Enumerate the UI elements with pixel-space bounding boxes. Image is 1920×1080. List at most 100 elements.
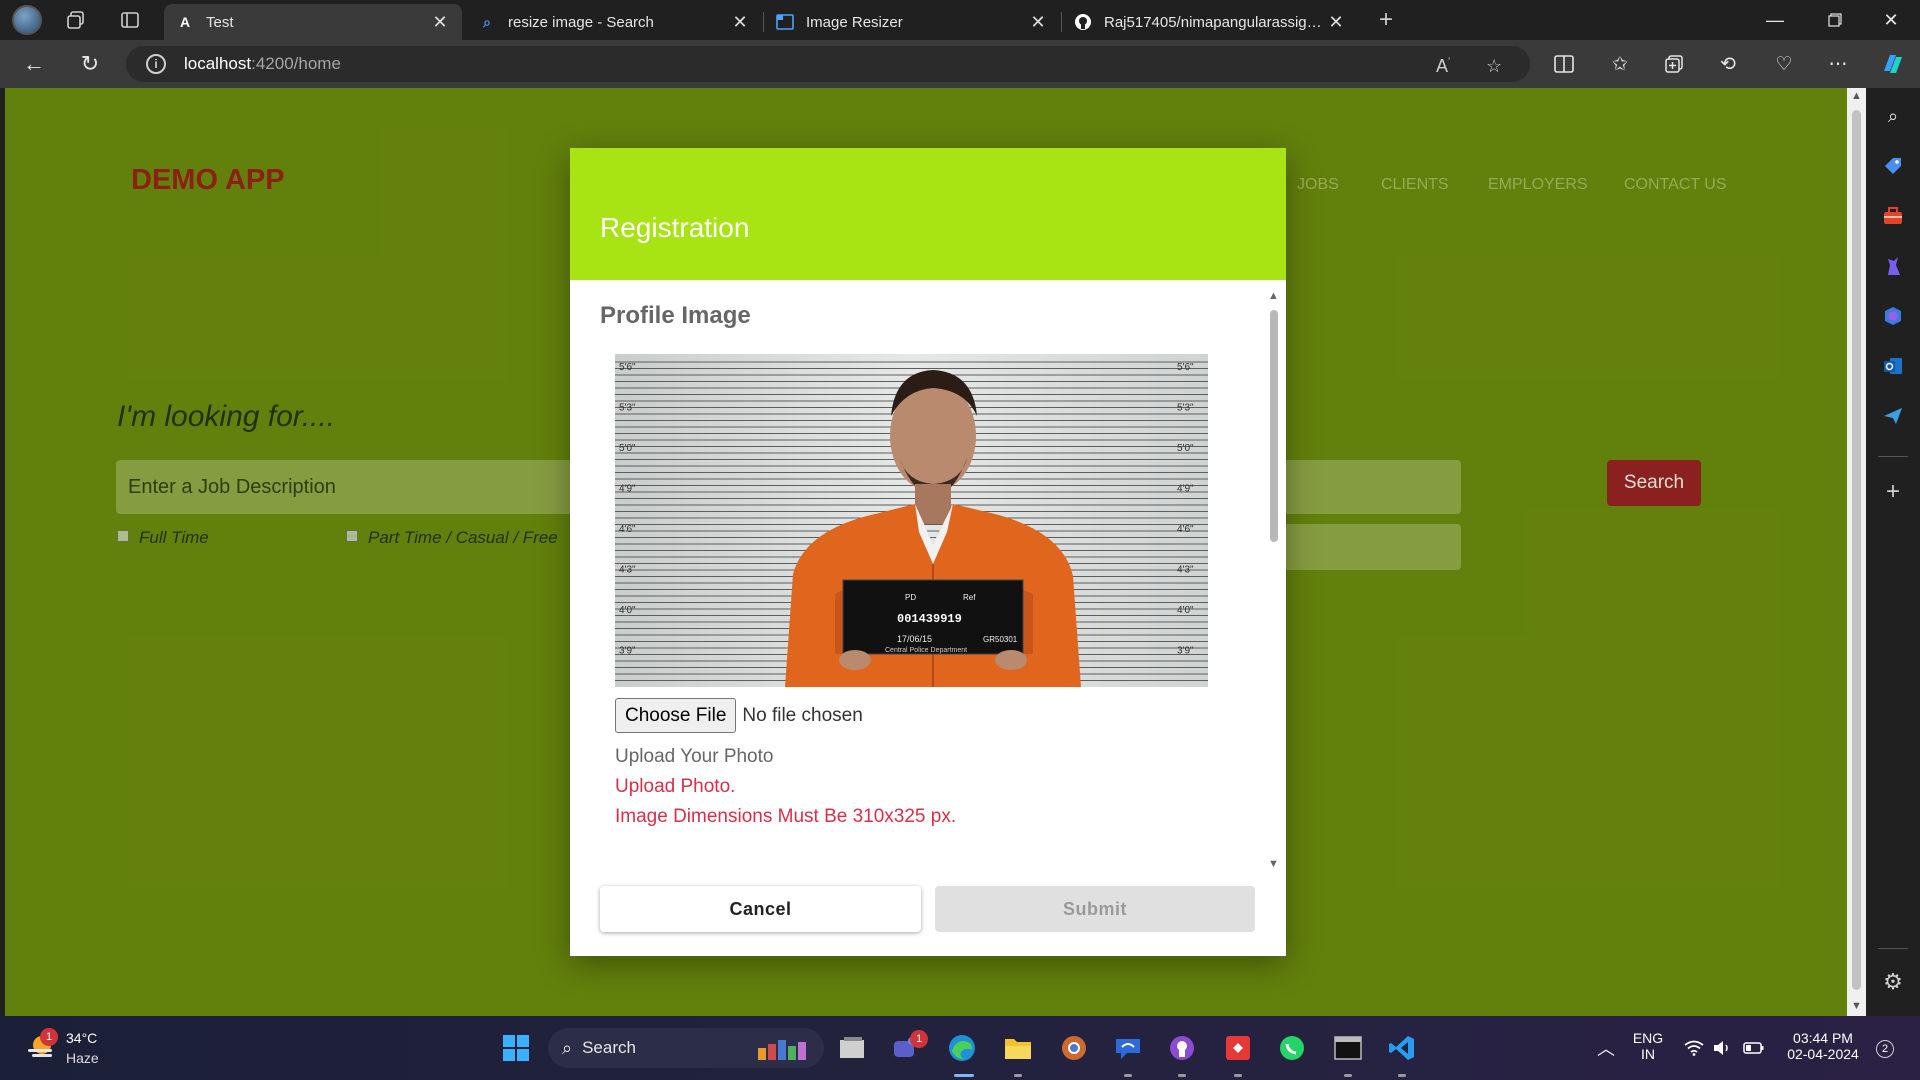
height-label: 5'0" (1177, 443, 1194, 454)
anydesk-icon[interactable] (1222, 1032, 1254, 1064)
search-icon[interactable]: ⌕ (1879, 102, 1907, 130)
tab-github[interactable]: Raj517405/nimapangularassignm ✕ (1062, 4, 1358, 40)
tray-chevron-icon[interactable]: ︿ (1590, 1032, 1622, 1064)
teams-badge: 1 (910, 1030, 928, 1048)
copilot-icon[interactable] (1876, 48, 1908, 80)
notification-count-badge[interactable]: 2 (1876, 1040, 1894, 1058)
more-menu-icon[interactable]: ⋯ (1822, 48, 1854, 80)
games-icon[interactable] (1879, 252, 1907, 280)
weather-badge: 1 (40, 1028, 58, 1046)
performance-icon[interactable]: ♡ (1768, 48, 1800, 80)
chrome-canary-icon[interactable] (1058, 1032, 1090, 1064)
choose-file-button[interactable]: Choose File (615, 698, 737, 733)
new-tab-icon[interactable]: + (1372, 6, 1400, 34)
favorites-icon[interactable]: ✩ (1604, 48, 1636, 80)
collections-icon[interactable] (1658, 48, 1690, 80)
task-view-icon[interactable] (836, 1032, 868, 1064)
battery-icon[interactable] (1738, 1032, 1770, 1064)
error-required: Upload Photo. (615, 776, 736, 797)
chat-app-icon[interactable] (1112, 1032, 1144, 1064)
address-bar[interactable]: i localhost :4200/home Aʼ ☆ (126, 46, 1530, 82)
sidebar-divider (1878, 456, 1908, 457)
outlook-icon[interactable] (1879, 352, 1907, 380)
vscode-icon[interactable] (1386, 1032, 1418, 1064)
history-icon[interactable]: ⟲ (1712, 48, 1744, 80)
tab-title: resize image - Search (508, 13, 654, 31)
tab-test[interactable]: A Test ✕ (164, 4, 462, 40)
close-icon[interactable]: ✕ (1028, 12, 1048, 33)
angular-icon: A (179, 14, 191, 30)
svg-text:GR50301: GR50301 (983, 635, 1018, 644)
url-path: :4200/home (251, 54, 341, 73)
close-window-icon[interactable]: ✕ (1868, 0, 1914, 40)
close-icon[interactable]: ✕ (1326, 12, 1346, 33)
submit-button[interactable]: Submit (935, 886, 1255, 932)
back-icon[interactable]: ← (18, 48, 50, 80)
weather-condition[interactable]: Haze (66, 1050, 99, 1066)
tab-resize-search[interactable]: ⌕ resize image - Search ✕ (466, 4, 762, 40)
scroll-down-icon[interactable]: ▼ (1851, 1000, 1862, 1012)
scroll-up-icon[interactable]: ▲ (1851, 90, 1862, 102)
height-label: 4'9" (619, 484, 636, 495)
profile-avatar[interactable] (12, 5, 42, 35)
dialog-scrollbar[interactable]: ▲ ▼ (1267, 290, 1281, 872)
scroll-thumb[interactable] (1852, 110, 1861, 990)
running-indicator (1178, 1074, 1186, 1077)
toolbox-icon[interactable] (1879, 202, 1907, 230)
read-aloud-icon[interactable]: Aʼ (1436, 56, 1450, 77)
running-indicator (1344, 1074, 1352, 1077)
page-scrollbar[interactable]: ▲ ▼ (1847, 88, 1866, 1016)
scroll-up-icon[interactable]: ▲ (1268, 290, 1279, 302)
drop-icon[interactable] (1879, 402, 1907, 430)
scroll-down-icon[interactable]: ▼ (1268, 858, 1279, 870)
taskbar-search[interactable]: ⌕ Search (548, 1028, 824, 1068)
url-host: localhost (184, 54, 252, 73)
shopping-tag-icon[interactable] (1879, 152, 1907, 180)
page-viewport: DEMO APP JOBS CLIENTS EMPLOYERS CONTACT … (5, 88, 1847, 1016)
file-explorer-icon[interactable] (1002, 1032, 1034, 1064)
address-toolbar: ← ↻ i localhost :4200/home Aʼ ☆ ✩ ⟲ ♡ ⋯ (0, 40, 1920, 88)
system-clock[interactable]: 03:44 PM 02-04-2024 (1776, 1030, 1870, 1062)
close-icon[interactable]: ✕ (430, 12, 450, 33)
site-info-icon[interactable]: i (146, 54, 166, 74)
cancel-button[interactable]: Cancel (600, 886, 921, 932)
refresh-icon[interactable]: ↻ (74, 48, 106, 80)
favorite-star-icon[interactable]: ☆ (1486, 56, 1502, 77)
restore-icon[interactable] (1812, 0, 1858, 40)
settings-gear-icon[interactable]: ⚙ (1879, 968, 1907, 996)
add-icon[interactable]: + (1879, 478, 1907, 506)
tab-image-resizer[interactable]: Image Resizer ✕ (764, 4, 1060, 40)
language-indicator[interactable]: ENG IN (1628, 1030, 1668, 1062)
windows-start-icon[interactable] (500, 1032, 532, 1064)
dialog-title: Registration (600, 212, 750, 243)
sidebar-divider (1878, 948, 1908, 949)
minimize-icon[interactable]: — (1752, 0, 1798, 40)
edge-icon[interactable] (946, 1032, 978, 1064)
upload-hint: Upload Your Photo (615, 746, 774, 767)
section-title: Profile Image (600, 302, 751, 329)
microsoft-365-icon[interactable] (1879, 302, 1907, 330)
split-screen-icon[interactable] (1548, 48, 1580, 80)
file-upload-row[interactable]: Choose File No file chosen (615, 698, 863, 733)
github-desktop-icon[interactable] (1166, 1032, 1198, 1064)
dialog-content[interactable]: Profile Image 5'6" 5'6" 5'3" 5'3" 5'0" 5'0" 4'… (570, 280, 1286, 870)
terminal-icon[interactable] (1332, 1032, 1364, 1064)
weather-temperature[interactable]: 34°C (66, 1030, 97, 1046)
close-icon[interactable]: ✕ (730, 12, 750, 33)
clock-date: 02-04-2024 (1787, 1046, 1859, 1062)
tab-actions-icon[interactable] (116, 6, 144, 34)
scroll-thumb[interactable] (1270, 310, 1278, 542)
volume-icon[interactable] (1706, 1032, 1738, 1064)
file-status: No file chosen (742, 704, 863, 726)
language-code: ENG (1632, 1030, 1664, 1046)
running-indicator (1398, 1074, 1406, 1077)
language-region: IN (1641, 1046, 1655, 1062)
height-label: 4'9" (1177, 484, 1194, 495)
whatsapp-icon[interactable] (1276, 1032, 1308, 1064)
height-label: 3'9" (619, 646, 636, 657)
height-label: 5'6" (619, 362, 636, 373)
workspaces-icon[interactable] (62, 6, 90, 34)
clock-time: 03:44 PM (1793, 1030, 1853, 1046)
taskbar-search-label: Search (582, 1038, 636, 1057)
github-icon (1074, 13, 1092, 31)
